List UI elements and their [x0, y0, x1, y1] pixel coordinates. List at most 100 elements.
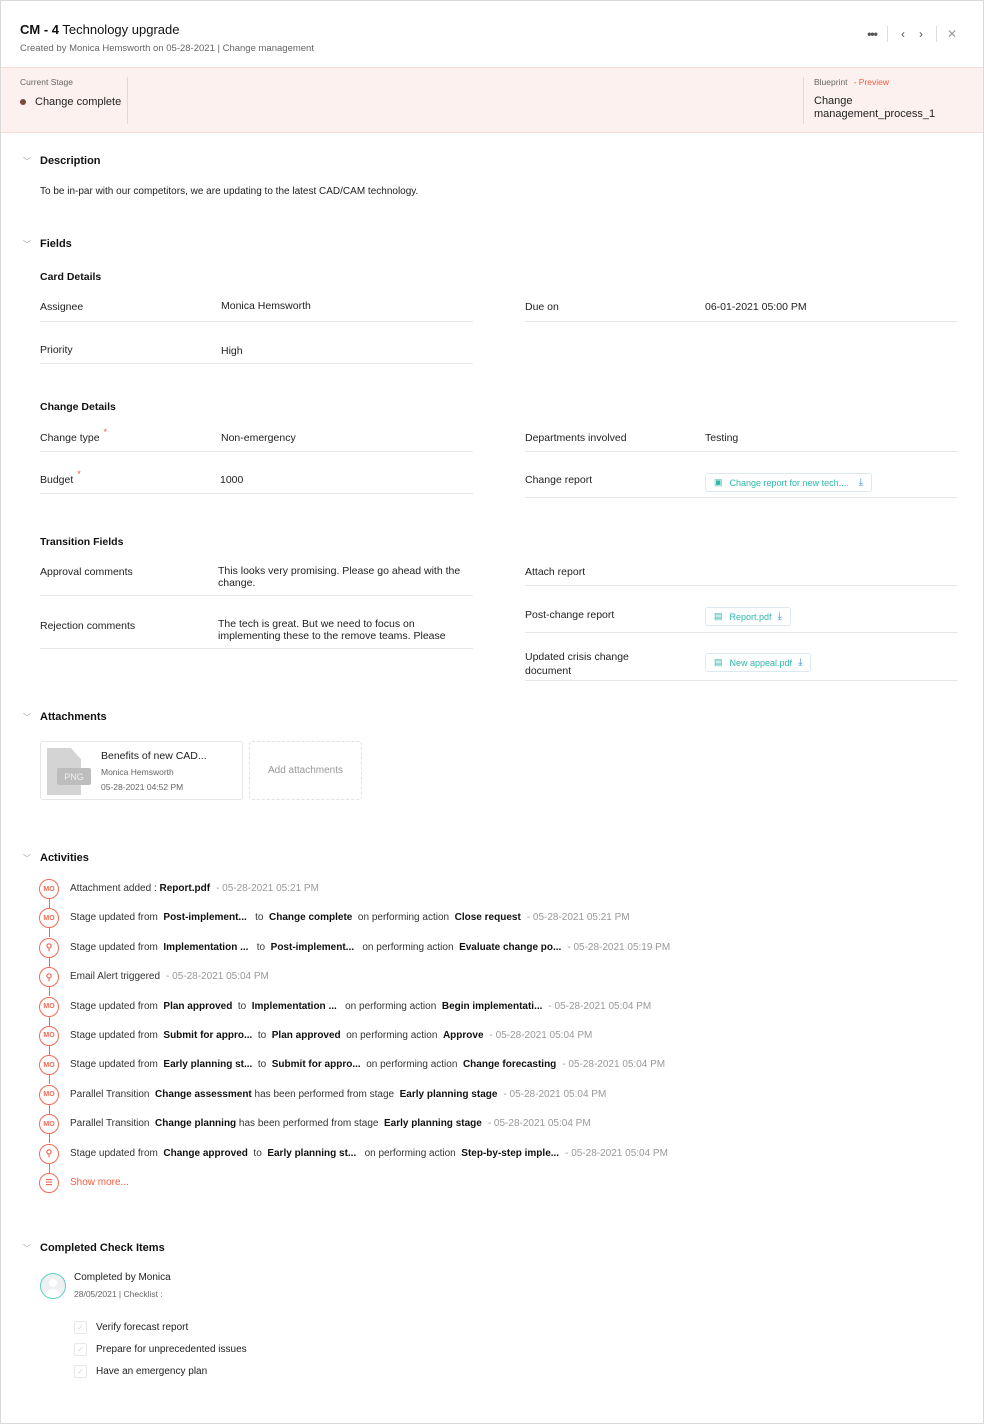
- timeline-connector: [48, 1045, 50, 1055]
- chevron-down-icon: ﹀: [23, 156, 31, 166]
- checklist-section-toggle[interactable]: ﹀ Completed Check Items: [23, 1242, 165, 1254]
- field-value[interactable]: Testing: [705, 432, 738, 444]
- key-icon: ⚲: [39, 967, 59, 988]
- field-approval-comments: Approval comments This looks very promis…: [40, 553, 473, 596]
- activity-phrase: on performing action: [360, 1059, 463, 1071]
- chevron-down-icon: ﹀: [23, 239, 31, 249]
- activity-highlight: Step-by-step imple...: [461, 1147, 560, 1159]
- activity-text: Stage updated from Plan approved to Impl…: [70, 1001, 651, 1012]
- activity-highlight: Report.pdf: [159, 883, 211, 894]
- activity-highlight: Post-implement...: [270, 941, 355, 953]
- blueprint-preview-link[interactable]: - Preview: [854, 77, 889, 87]
- file-chip-post-change-report[interactable]: ▤ Report.pdf ⤓: [705, 607, 791, 626]
- checklist-item: ✓ Have an emergency plan: [74, 1365, 207, 1378]
- field-label-text: Budget: [40, 474, 74, 486]
- activity-phrase: Stage updated from: [70, 1029, 164, 1041]
- avatar: MO: [39, 908, 59, 929]
- field-value[interactable]: Non-emergency: [221, 432, 296, 444]
- chevron-left-icon: ‹: [901, 27, 905, 41]
- activity-text: Stage updated from Submit for appro... t…: [70, 1030, 592, 1041]
- current-stage-value: Change complete: [20, 96, 127, 108]
- required-marker: *: [77, 469, 81, 479]
- activity-highlight: Plan approved: [271, 1029, 341, 1041]
- attachment-card[interactable]: PNG Benefits of new CAD... Monica Hemswo…: [40, 741, 243, 800]
- attachments-section-toggle[interactable]: ﹀ Attachments: [23, 711, 107, 723]
- activity-phrase: Stage updated from: [70, 1059, 164, 1071]
- activity-phrase: on performing action: [340, 1029, 443, 1041]
- activities-heading: Activities: [40, 852, 89, 864]
- file-name: New appeal.pdf: [729, 657, 793, 668]
- attachments-heading: Attachments: [40, 711, 107, 723]
- checklist-heading: Completed Check Items: [40, 1242, 165, 1254]
- field-label: Change report: [525, 474, 593, 486]
- activity-phrase: on performing action: [354, 941, 460, 953]
- file-chip-crisis-document[interactable]: ▤ New appeal.pdf ⤓: [705, 653, 812, 672]
- timeline-connector: [48, 1075, 50, 1085]
- show-more-link[interactable]: Show more...: [70, 1177, 129, 1188]
- attachment-owner: Monica Hemsworth: [101, 767, 174, 777]
- stage-bar: Current Stage Change complete Blueprint -…: [1, 67, 983, 133]
- current-stage: Current Stage Change complete: [20, 77, 128, 124]
- field-value[interactable]: Monica Hemsworth: [221, 300, 311, 312]
- activity-highlight: Early planning stage: [384, 1118, 482, 1130]
- activities-section-toggle[interactable]: ﹀ Activities: [23, 852, 89, 864]
- activity-text: Parallel Transition Change planning has …: [70, 1118, 591, 1129]
- checklist-item: ✓ Verify forecast report: [74, 1321, 188, 1334]
- checklist-item-label: Prepare for unprecedented issues: [96, 1344, 247, 1355]
- file-chip-change-report[interactable]: ▣ Change report for new tech.... ⤓: [705, 473, 873, 492]
- description-section-toggle[interactable]: ﹀ Description: [23, 155, 101, 167]
- activity-timestamp: - 05-28-2021 05:04 PM: [565, 1147, 668, 1159]
- key-icon: ⚲: [39, 937, 59, 958]
- blueprint-label: Blueprint - Preview: [814, 77, 973, 87]
- timeline-connector: [48, 957, 50, 967]
- field-value[interactable]: High: [221, 345, 243, 357]
- activity-phrase: has been performed from stage: [236, 1118, 385, 1130]
- chevron-down-icon: ﹀: [23, 1243, 31, 1253]
- activity-phrase: Stage updated from: [70, 1147, 164, 1159]
- previous-record-button[interactable]: ‹: [894, 25, 912, 43]
- activity-highlight: Submit for appro...: [271, 1059, 361, 1071]
- field-label: Attach report: [525, 566, 586, 578]
- field-value[interactable]: The tech is great. But we need to focus …: [218, 618, 468, 642]
- field-assignee: Assignee Monica Hemsworth: [40, 280, 473, 322]
- record-name: Technology upgrade: [62, 22, 180, 37]
- activity-phrase: Email Alert triggered: [70, 971, 161, 983]
- image-file-icon: ▣: [714, 477, 723, 487]
- document-file-icon: ▤: [714, 657, 723, 667]
- activity-text: Parallel Transition Change assessment ha…: [70, 1089, 606, 1100]
- checkbox-checked[interactable]: ✓: [74, 1343, 87, 1356]
- field-departments: Departments involved Testing: [525, 410, 958, 452]
- timeline-connector: [48, 1134, 50, 1144]
- next-record-button[interactable]: ›: [912, 25, 930, 43]
- show-more-wrapper: Show more...: [70, 1177, 129, 1188]
- checkbox-checked[interactable]: ✓: [74, 1365, 87, 1378]
- file-type-badge: PNG: [57, 768, 91, 785]
- checklist-item-label: Have an emergency plan: [96, 1366, 208, 1377]
- activity-timestamp: - 05-28-2021 05:21 PM: [216, 883, 319, 894]
- field-label: Approval comments: [40, 566, 133, 578]
- close-button[interactable]: ✕: [943, 25, 961, 43]
- activity-phrase: Stage updated from: [70, 941, 164, 953]
- activity-highlight: Early planning st...: [163, 1059, 253, 1071]
- field-value[interactable]: This looks very promising. Please go ahe…: [218, 565, 468, 589]
- fields-section-toggle[interactable]: ﹀ Fields: [23, 238, 72, 250]
- field-value[interactable]: 1000: [220, 474, 243, 486]
- field-budget: Budget * 1000: [40, 452, 473, 494]
- activity-timestamp: - 05-28-2021 05:04 PM: [489, 1029, 593, 1041]
- field-value[interactable]: 06-01-2021 05:00 PM: [705, 301, 807, 313]
- activity-highlight: Approve: [442, 1029, 484, 1041]
- add-attachments-button[interactable]: Add attachments: [249, 741, 362, 800]
- download-icon[interactable]: ⤓: [859, 477, 863, 488]
- field-label-text: Change type: [40, 432, 100, 444]
- download-icon[interactable]: ⤓: [778, 611, 782, 622]
- download-icon[interactable]: ⤓: [798, 657, 802, 668]
- record-title: CM - 4 Technology upgrade: [20, 22, 179, 37]
- activity-text: Attachment added : Report.pdf - 05-28-202…: [70, 883, 319, 894]
- checkbox-checked[interactable]: ✓: [74, 1321, 87, 1334]
- activity-highlight: Change complete: [269, 912, 353, 924]
- activity-timestamp: - 05-28-2021 05:21 PM: [526, 912, 630, 924]
- chevron-down-icon: ﹀: [23, 853, 31, 863]
- description-text: To be in-par with our competitors, we ar…: [40, 186, 419, 197]
- more-options-button[interactable]: •••: [863, 25, 881, 43]
- activity-highlight: Submit for appro...: [163, 1029, 253, 1041]
